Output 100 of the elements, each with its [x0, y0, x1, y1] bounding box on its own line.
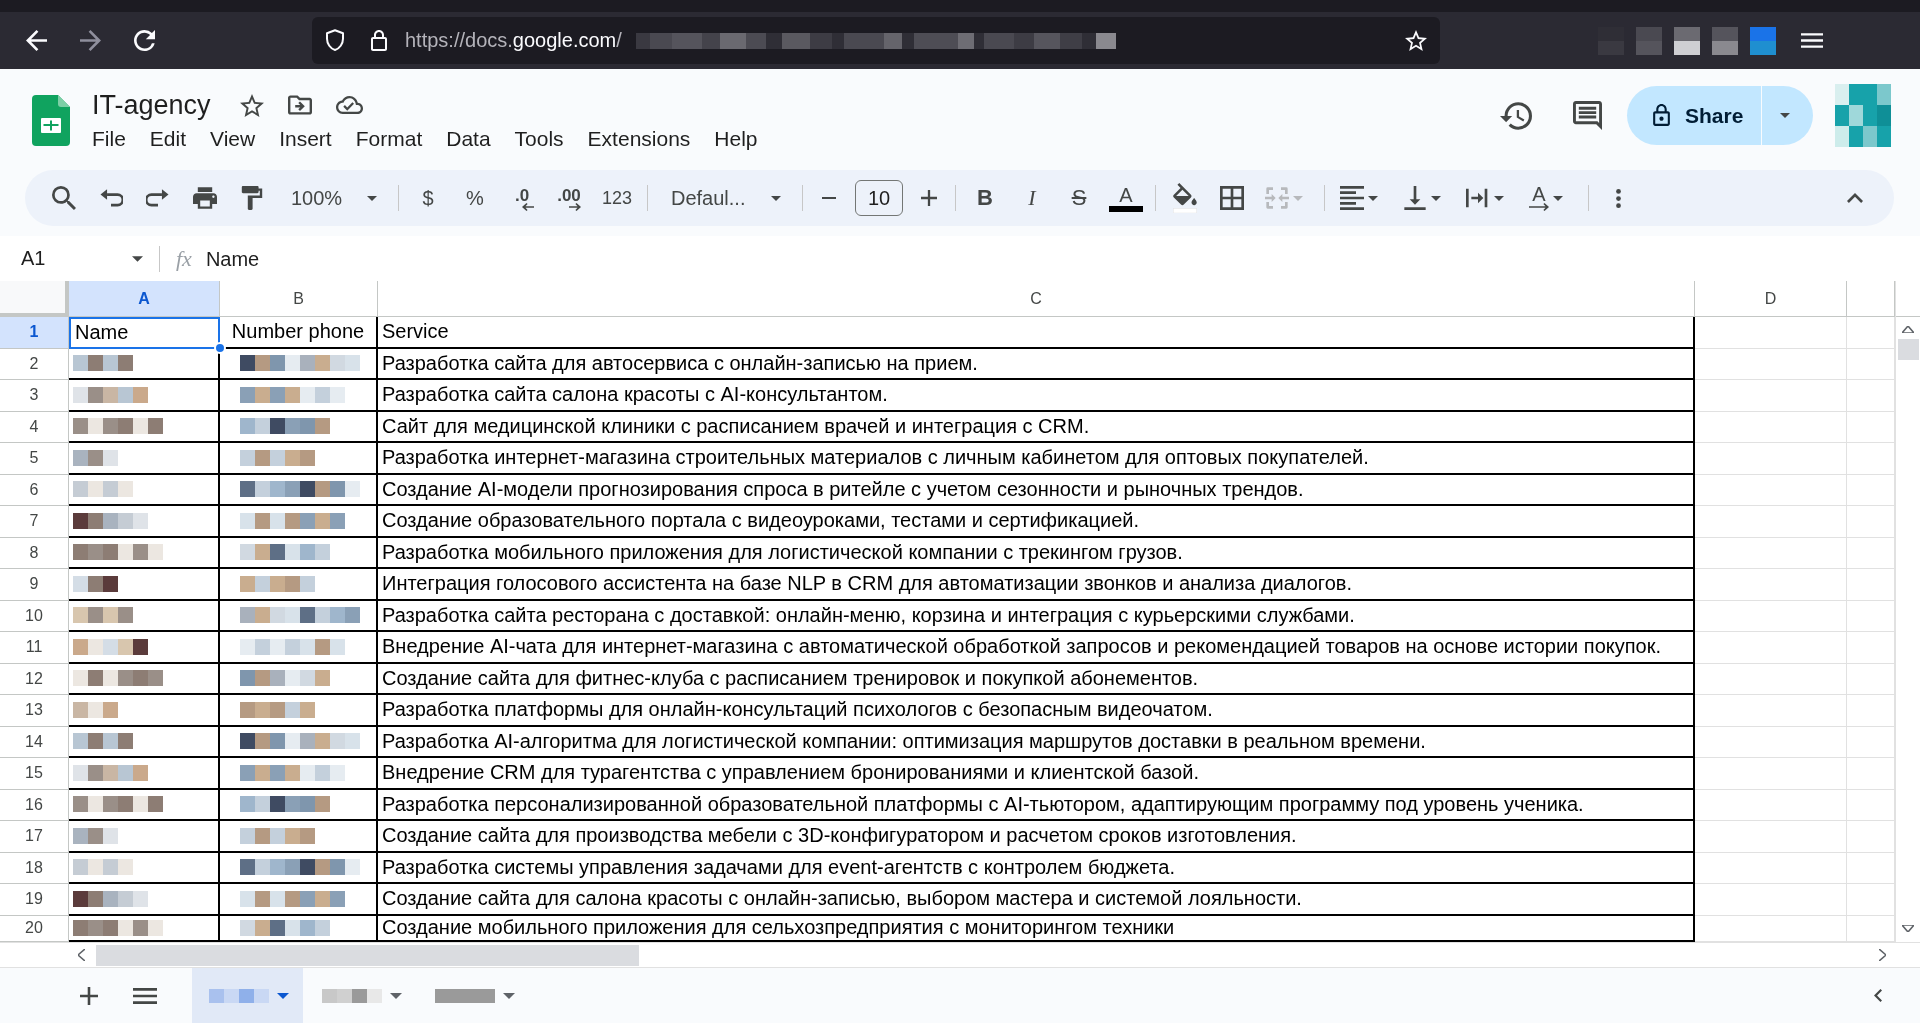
table-cell[interactable]: Внедрение CRM для турагентства с управлением бронированиями и клиентской базой.: [378, 758, 1695, 790]
menu-item[interactable]: Tools: [514, 125, 564, 153]
formula-field[interactable]: Name: [205, 241, 1920, 276]
share-button[interactable]: Share: [1627, 86, 1761, 145]
star-icon[interactable]: [239, 93, 264, 117]
table-cell[interactable]: [1695, 726, 1847, 758]
zoom-select[interactable]: 100%: [281, 180, 387, 216]
url-text[interactable]: https://docs.google.com/: [405, 29, 622, 52]
table-cell[interactable]: [1695, 411, 1847, 443]
table-cell[interactable]: Создание сайта для фитнес-клуба с расписанием тренировок и покупкой абонементов.: [378, 663, 1695, 695]
table-cell[interactable]: [1695, 663, 1847, 695]
row-header[interactable]: 10: [0, 600, 69, 632]
row-header[interactable]: 13: [0, 695, 69, 727]
table-cell[interactable]: Разработка мобильного приложения для логистической компании с трекингом грузов.: [378, 537, 1695, 569]
row-header[interactable]: 8: [0, 537, 69, 569]
menu-item[interactable]: Extensions: [587, 125, 691, 153]
menu-item[interactable]: Edit: [149, 125, 187, 153]
table-cell[interactable]: Service: [378, 317, 1695, 349]
sheet-tab[interactable]: [192, 968, 303, 1023]
table-cell[interactable]: Number phone: [220, 317, 378, 349]
table-cell[interactable]: Создание AI-модели прогнозирования спроса в ритейле с учетом сезонности и рыночных трендов.: [378, 474, 1695, 506]
row-header[interactable]: 11: [0, 632, 69, 664]
column-header[interactable]: B: [220, 281, 378, 317]
italic-button[interactable]: I: [1014, 180, 1050, 216]
table-cell[interactable]: [1695, 852, 1847, 884]
table-cell[interactable]: [1695, 506, 1847, 538]
back-arrow-icon[interactable]: [26, 30, 47, 51]
number-format-button[interactable]: 123: [598, 180, 636, 216]
scroll-left-icon[interactable]: [78, 949, 85, 961]
table-cell[interactable]: [1695, 884, 1847, 916]
row-header[interactable]: 5: [0, 443, 69, 475]
bold-button[interactable]: B: [967, 180, 1003, 216]
table-cell[interactable]: Разработка системы управления задачами для event-агентств с контролем бюджета.: [378, 852, 1695, 884]
column-header[interactable]: [1847, 281, 1895, 317]
table-cell[interactable]: [1695, 758, 1847, 790]
table-cell[interactable]: [1695, 569, 1847, 601]
currency-button[interactable]: $: [410, 180, 446, 216]
shield-icon[interactable]: [325, 29, 345, 52]
table-cell[interactable]: Интеграция голосового ассистента на базе NLP в CRM для автоматизации звонков и анализа диалогов.: [378, 569, 1695, 601]
menu-item[interactable]: File: [92, 125, 126, 153]
row-header[interactable]: 2: [0, 348, 69, 380]
column-header[interactable]: C: [378, 281, 1695, 317]
row-header[interactable]: 17: [0, 821, 69, 853]
document-title[interactable]: IT-agency: [92, 89, 211, 121]
text-rotation-button[interactable]: A: [1525, 180, 1577, 216]
menu-item[interactable]: View: [210, 125, 256, 153]
table-cell[interactable]: Создание сайта для салона красоты с онлайн-записью, выбором мастера и системой лояльности.: [378, 884, 1695, 916]
cloud-check-icon[interactable]: [335, 96, 363, 114]
scrollbar-thumb[interactable]: [96, 944, 639, 966]
table-cell[interactable]: [1695, 348, 1847, 380]
column-header[interactable]: A: [69, 281, 220, 317]
folder-arrow-icon[interactable]: [287, 95, 312, 115]
fill-handle[interactable]: [214, 342, 226, 354]
menu-item[interactable]: Help: [714, 125, 758, 153]
scroll-up-icon[interactable]: [1902, 326, 1914, 333]
comment-icon[interactable]: [1573, 101, 1602, 130]
font-select[interactable]: Defaul...: [659, 180, 791, 216]
text-color-button[interactable]: A: [1108, 180, 1144, 216]
share-options-button[interactable]: [1762, 86, 1813, 145]
row-header[interactable]: 1: [0, 317, 69, 349]
address-bar[interactable]: https://docs.google.com/: [312, 17, 1440, 64]
spreadsheet-logo-icon[interactable]: [32, 95, 70, 146]
table-cell[interactable]: [1695, 632, 1847, 664]
row-header[interactable]: 19: [0, 884, 69, 916]
row-header[interactable]: 12: [0, 663, 69, 695]
name-box[interactable]: A1: [12, 241, 152, 276]
row-header[interactable]: 18: [0, 852, 69, 884]
table-cell[interactable]: [1695, 600, 1847, 632]
table-cell[interactable]: Разработка AI-алгоритма для логистической компании: оптимизация маршрутов доставки в реальном времени.: [378, 726, 1695, 758]
table-cell[interactable]: Разработка платформы для онлайн-консультаций психологов с безопасным видеочатом.: [378, 695, 1695, 727]
table-cell[interactable]: [1695, 821, 1847, 853]
pixelated-avatar[interactable]: [1835, 84, 1891, 147]
row-header[interactable]: 4: [0, 411, 69, 443]
table-cell[interactable]: Разработка персонализированной образовательной платформы с AI-тьютором, адаптирующим программу под уровень ученика.: [378, 789, 1695, 821]
select-all-corner[interactable]: [0, 281, 69, 317]
chevron-left-icon[interactable]: [1874, 989, 1882, 1002]
scroll-right-icon[interactable]: [1879, 949, 1886, 961]
decrease-decimal-button[interactable]: .0: [504, 180, 540, 216]
reload-icon[interactable]: [134, 30, 155, 51]
menu-icon[interactable]: [1801, 33, 1823, 48]
table-cell[interactable]: [1695, 474, 1847, 506]
pixelated-icons[interactable]: [1598, 26, 1776, 55]
row-header[interactable]: 3: [0, 380, 69, 412]
table-cell[interactable]: Name: [69, 317, 220, 349]
table-cell[interactable]: [1695, 789, 1847, 821]
table-cell[interactable]: Создание сайта для производства мебели с 3D-конфигуратором и расчетом сроков изготовления.: [378, 821, 1695, 853]
percent-button[interactable]: %: [457, 180, 493, 216]
increase-decimal-button[interactable]: .00: [551, 180, 587, 216]
row-header[interactable]: 9: [0, 569, 69, 601]
table-cell[interactable]: Разработка сайта ресторана с доставкой: онлайн-меню, корзина и интеграция с курьерскими службами.: [378, 600, 1695, 632]
row-header[interactable]: 6: [0, 474, 69, 506]
table-cell[interactable]: Сайт для медицинской клиники с расписанием врачей и интеграция с CRM.: [378, 411, 1695, 443]
menu-item[interactable]: Insert: [279, 125, 332, 153]
table-cell[interactable]: Внедрение AI-чата для интернет-магазина с автоматической обработкой запросов и рекомендацией товаров на основе истории покупок.: [378, 632, 1695, 664]
table-cell[interactable]: [1695, 443, 1847, 475]
row-header[interactable]: 14: [0, 726, 69, 758]
table-cell[interactable]: Разработка сайта для автосервиса с онлайн-записью на прием.: [378, 348, 1695, 380]
menu-item[interactable]: Format: [355, 125, 423, 153]
table-cell[interactable]: Создание образовательного портала с видеоуроками, тестами и сертификацией.: [378, 506, 1695, 538]
column-header[interactable]: D: [1695, 281, 1847, 317]
